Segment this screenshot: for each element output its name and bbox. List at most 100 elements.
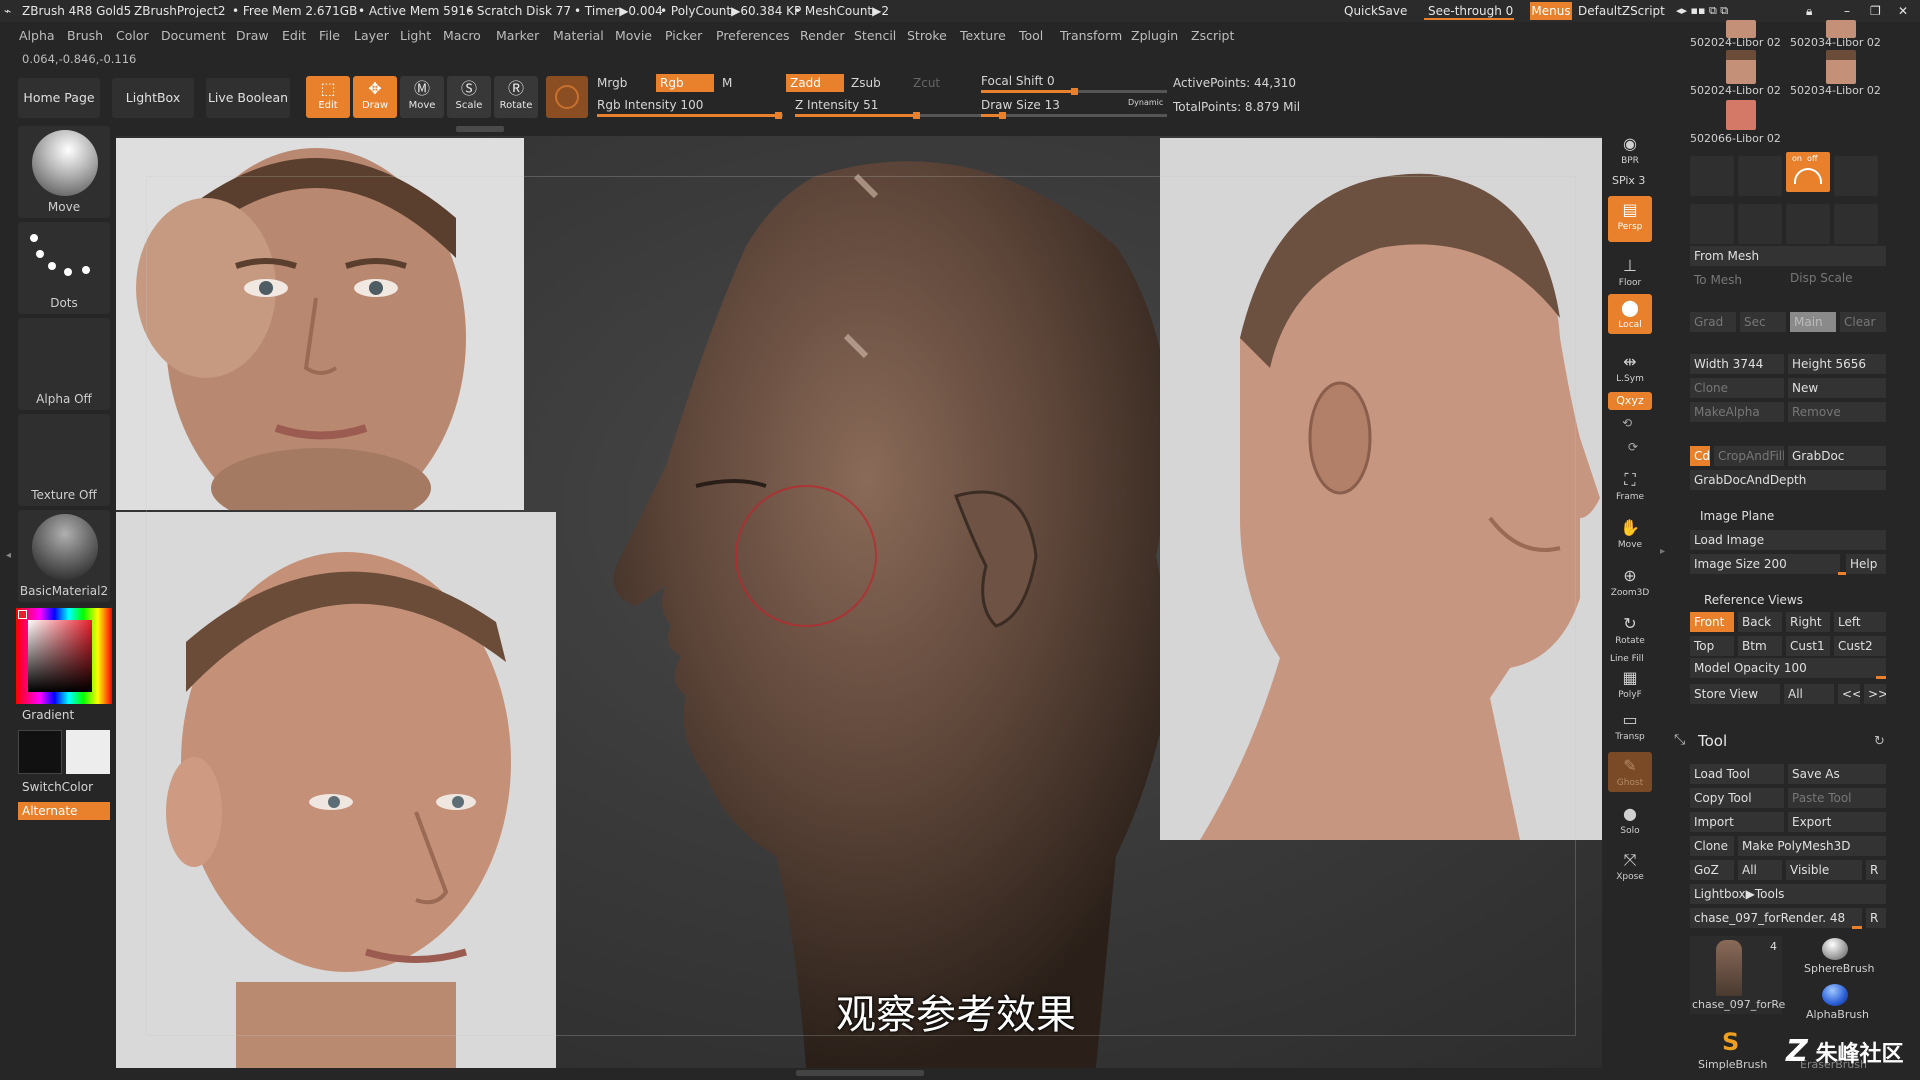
draw-mode-button[interactable]: ✥ Draw — [353, 76, 397, 118]
crop-and-fill-button[interactable]: CropAndFill — [1714, 446, 1784, 466]
main-color-swatch[interactable] — [18, 730, 62, 774]
pin-icon[interactable]: ⤡ — [1674, 732, 1685, 748]
menu-color[interactable]: Color — [116, 28, 149, 43]
current-tool-slider[interactable]: chase_097_forRender. 48 — [1690, 908, 1862, 928]
z-intensity-track[interactable] — [795, 112, 981, 119]
height-slider[interactable]: Height 5656 — [1788, 354, 1886, 374]
view-cust1-button[interactable]: Cust1 — [1786, 636, 1830, 656]
focal-shift-track[interactable] — [981, 88, 1167, 95]
export-button[interactable]: Export — [1788, 812, 1886, 832]
image-thumb-3[interactable] — [1726, 50, 1756, 84]
bottom-shelf-handle[interactable] — [796, 1070, 924, 1076]
persp-button[interactable]: ▤ Persp — [1608, 196, 1652, 242]
grad-button[interactable]: Grad — [1690, 312, 1736, 332]
view-back-button[interactable]: Back — [1738, 612, 1782, 632]
main-button[interactable]: Main — [1790, 312, 1836, 332]
tool-thumb-sphere[interactable]: SphereBrush — [1786, 936, 1886, 975]
make-polymesh-button[interactable]: Make PolyMesh3D — [1738, 836, 1886, 856]
gradient-toggle[interactable]: Gradient — [22, 708, 74, 722]
floor-button[interactable]: ⊥ Floor — [1608, 252, 1652, 292]
z-intensity-slider[interactable]: Z Intensity 51 — [795, 98, 878, 112]
menu-draw[interactable]: Draw — [236, 28, 269, 43]
dynamic-toggle[interactable]: Dynamic — [1128, 98, 1163, 107]
draw-size-slider[interactable]: Draw Size 13 — [981, 98, 1060, 112]
alternate-button[interactable]: Alternate — [18, 802, 110, 820]
default-zscript[interactable]: DefaultZScript — [1578, 4, 1665, 18]
menu-alpha[interactable]: Alpha — [19, 28, 55, 43]
rotate-z-icon[interactable]: ⟳ — [1628, 440, 1638, 454]
move-view-button[interactable]: ✋ Move — [1608, 514, 1652, 554]
menu-movie[interactable]: Movie — [615, 28, 652, 43]
view-cust2-button[interactable]: Cust2 — [1834, 636, 1886, 656]
close-icon[interactable]: ✕ — [1898, 4, 1908, 18]
menu-texture[interactable]: Texture — [960, 28, 1006, 43]
tool-thumb-chase[interactable]: 4 chase_097_forRe — [1690, 936, 1785, 1014]
viewport-canvas[interactable] — [116, 136, 1602, 1068]
goz-r-button[interactable]: R — [1866, 860, 1886, 880]
focal-shift-slider[interactable]: Focal Shift 0 — [981, 74, 1055, 88]
color-picker-square[interactable] — [28, 620, 92, 692]
visible-button[interactable]: Visible — [1786, 860, 1862, 880]
material-slot[interactable]: BasicMaterial2 — [18, 510, 110, 602]
material-swatch-button[interactable] — [546, 76, 588, 118]
xyz-toggle[interactable]: Qxyz — [1608, 392, 1652, 410]
brush-slot[interactable]: Move — [18, 126, 110, 218]
dim-tool-1[interactable] — [1690, 156, 1734, 196]
image-thumb-5[interactable] — [1726, 100, 1756, 130]
prev-view-button[interactable]: << — [1838, 684, 1860, 704]
transp-button[interactable]: ▭ Transp — [1608, 706, 1652, 746]
remove-button[interactable]: Remove — [1788, 402, 1886, 422]
next-view-button[interactable]: >> — [1864, 684, 1886, 704]
rgb-toggle[interactable]: Rgb — [656, 74, 714, 92]
flip-v-button[interactable] — [1738, 204, 1782, 244]
menu-stroke[interactable]: Stroke — [907, 28, 947, 43]
goz-button[interactable]: GoZ — [1690, 860, 1734, 880]
menu-file[interactable]: File — [319, 28, 340, 43]
view-top-button[interactable]: Top — [1690, 636, 1734, 656]
view-btm-button[interactable]: Btm — [1738, 636, 1782, 656]
menu-preferences[interactable]: Preferences — [716, 28, 790, 43]
width-slider[interactable]: Width 3744 — [1690, 354, 1784, 374]
to-mesh-button[interactable]: To Mesh — [1690, 270, 1780, 290]
rotate-image-button[interactable] — [1786, 204, 1830, 244]
disp-scale-slider[interactable]: Disp Scale — [1786, 268, 1886, 288]
from-mesh-button[interactable]: From Mesh — [1690, 246, 1886, 266]
reset-icon[interactable]: ↻ — [1874, 734, 1885, 749]
alpha-slot[interactable]: Alpha Off — [18, 318, 110, 410]
image-thumb-4[interactable] — [1826, 50, 1856, 84]
menu-picker[interactable]: Picker — [665, 28, 702, 43]
bpr-button[interactable]: ◉ BPR — [1608, 130, 1652, 170]
grab-doc-button[interactable]: GrabDoc — [1788, 446, 1886, 466]
frame-button[interactable]: ⛶ Frame — [1608, 466, 1652, 506]
menu-render[interactable]: Render — [800, 28, 845, 43]
tool-palette-title[interactable]: Tool — [1698, 732, 1727, 750]
flip-h-button[interactable] — [1690, 204, 1734, 244]
zoom3d-button[interactable]: ⊕ Zoom3D — [1608, 562, 1652, 602]
rgb-intensity-track[interactable] — [597, 112, 783, 119]
lock-icon[interactable]: 🔒︎ — [1806, 4, 1812, 19]
copy-tool-button[interactable]: Copy Tool — [1690, 788, 1784, 808]
shelf-collapse-icon[interactable]: ◂ — [6, 550, 12, 562]
view-left-button[interactable]: Left — [1834, 612, 1886, 632]
image-plane-header[interactable]: Image Plane — [1696, 506, 1886, 526]
clone-tool-button[interactable]: Clone — [1690, 836, 1734, 856]
reference-views-header[interactable]: Reference Views — [1700, 590, 1886, 610]
menu-tool[interactable]: Tool — [1019, 28, 1043, 43]
menu-edit[interactable]: Edit — [282, 28, 306, 43]
goz-all-button[interactable]: All — [1738, 860, 1782, 880]
spix-slider[interactable]: SPix 3 — [1612, 174, 1645, 187]
tool-thumb-simple[interactable]: S SimpleBrush — [1690, 1028, 1782, 1076]
m-toggle[interactable]: M — [722, 76, 732, 90]
scale-mode-button[interactable]: Ⓢ Scale — [447, 76, 491, 118]
restore-icon[interactable]: ❐ — [1870, 4, 1881, 18]
rotate-view-button[interactable]: ↻ Rotate — [1608, 610, 1652, 650]
make-alpha-button[interactable]: MakeAlpha — [1690, 402, 1784, 422]
view-front-button[interactable]: Front — [1690, 612, 1734, 632]
stroke-slot[interactable]: Dots — [18, 222, 110, 314]
menu-light[interactable]: Light — [400, 28, 431, 43]
texture-slot[interactable]: Texture Off — [18, 414, 110, 506]
import-button[interactable]: Import — [1690, 812, 1784, 832]
view-right-button[interactable]: Right — [1786, 612, 1830, 632]
menu-zplugin[interactable]: Zplugin — [1131, 28, 1178, 43]
menu-document[interactable]: Document — [161, 28, 226, 43]
